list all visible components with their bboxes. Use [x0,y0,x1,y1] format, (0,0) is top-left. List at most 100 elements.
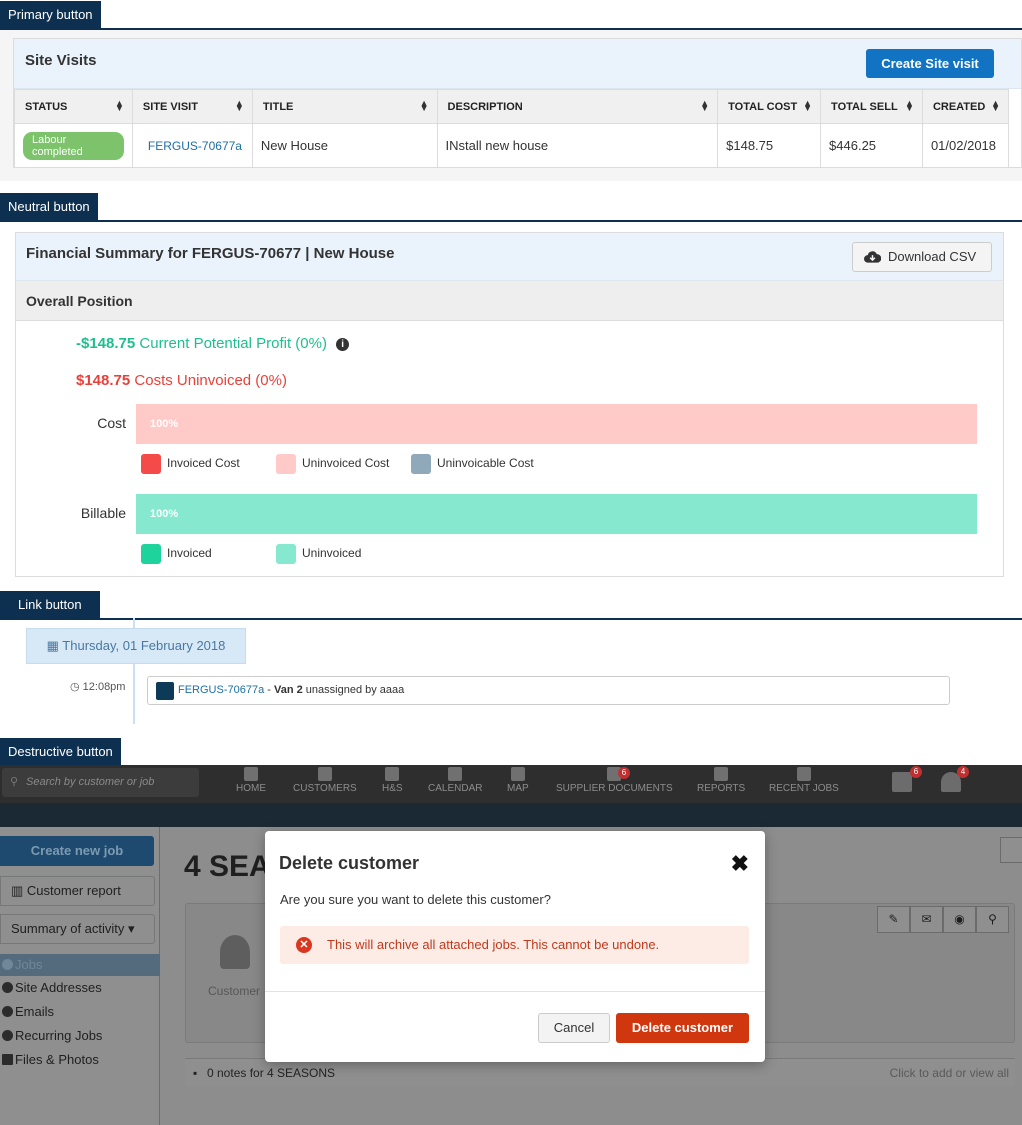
sidebar-item-jobs[interactable]: Jobs [0,954,160,976]
nav-map[interactable]: MAP [507,767,529,794]
nav-home[interactable]: HOME [236,767,266,794]
image-icon [2,1054,13,1065]
column-header-total-cost[interactable]: TOTAL COST ▲ ▼ [717,89,822,124]
delete-customer-button[interactable]: Delete customer [616,1013,749,1043]
event-text: unassigned by aaaa [302,684,405,696]
sidebar-item-site-addresses[interactable]: Site Addresses [0,977,160,999]
billable-bar-label: Billable [80,505,126,521]
settings-gear-button[interactable] [1000,837,1022,863]
customer-label: Customer [208,984,261,998]
nav-label: REPORTS [697,783,746,794]
notes-bar[interactable]: ▪ 0 notes for 4 SEASONS Click to add or … [185,1058,1015,1086]
status-badge: Labour completed [23,131,124,160]
uninvoiced-value: $148.75 [76,372,131,389]
create-new-job-button[interactable]: Create new job [0,836,154,866]
error-icon: ✕ [296,937,312,953]
financial-summary-header: Financial Summary for FERGUS-70677 | New… [16,233,1003,281]
nav-reports[interactable]: REPORTS [697,767,745,794]
summary-of-activity-dropdown[interactable]: Summary of activity ▾ [0,914,155,944]
download-csv-label: Download CSV [888,249,977,264]
notification-badge: 6 [618,767,630,779]
sidebar-item-recurring-jobs[interactable]: Recurring Jobs [0,1025,160,1047]
comments-button[interactable]: ◉ [943,906,976,933]
calendar-icon [448,767,463,781]
section-label-primary: Primary button [0,1,101,29]
legend-label: Invoiced Cost [167,456,240,471]
column-header-site-visit[interactable]: SITE VISIT ▲ ▼ [131,89,253,124]
calendar-icon: ▦ [46,638,63,653]
envelope-icon: ✉ [921,912,932,926]
modal-message: Are you sure you want to delete this cus… [280,892,551,907]
column-header-status[interactable]: STATUS ▲ ▼ [14,89,133,124]
column-header-description[interactable]: DESCRIPTION ▲ ▼ [436,89,719,124]
cancel-button[interactable]: Cancel [538,1013,610,1043]
sidebar-item-emails[interactable]: Emails [0,1001,160,1023]
legend-uninvoiced-cost: Uninvoiced Cost [276,454,389,474]
search-input[interactable]: ⚲ Search by customer or job [2,768,199,797]
email-button[interactable]: ✉ [910,906,943,933]
customer-report-button[interactable]: ▥ Customer report [0,876,155,906]
column-header-title[interactable]: TITLE ▲ ▼ [251,89,438,124]
column-label: STATUS [25,100,68,113]
location-button[interactable]: ⚲ [976,906,1009,933]
nav-h-and-s[interactable]: H&S [382,767,403,794]
gear-icon [2,1006,13,1017]
legend-label: Uninvoicable Cost [437,456,534,471]
event-site-visit-link[interactable]: FERGUS-70677a [178,684,264,696]
tasks-badge: 6 [910,766,922,778]
sidebar-item-label: Jobs [15,957,43,972]
customer-report-label: Customer report [26,883,121,898]
column-label: TOTAL COST [728,100,798,113]
create-site-visit-button[interactable]: Create Site visit [866,49,994,78]
modal-title: Delete customer [279,853,420,873]
tasks-button[interactable]: 6 [892,766,922,794]
notes-link[interactable]: Click to add or view all [890,1059,1009,1087]
sidebar-item-label: Site Addresses [15,980,102,995]
section-divider [0,618,1022,620]
legend-invoiced: Invoiced [141,544,212,564]
nav-supplier-documents[interactable]: SUPPLIER DOCUMENTS 6 [556,767,673,794]
legend-swatch [276,544,296,564]
sort-icon: ▲ ▼ [700,98,710,113]
gear-icon [2,1030,13,1041]
left-sidebar [0,827,160,1125]
table-row[interactable]: Labour completed FERGUS-70677a New House… [14,123,1010,168]
sidebar-item-label: Files & Photos [15,1052,99,1067]
sidebar-item-files-photos[interactable]: Files & Photos [0,1049,160,1071]
map-marker-icon: ⚲ [988,912,997,926]
legend-label: Invoiced [167,546,212,561]
column-label: CREATED [932,100,986,113]
sort-icon: ▲ ▼ [419,98,429,113]
legend-uninvoicable-cost: Uninvoicable Cost [411,454,534,474]
status-cell: Labour completed [14,123,133,168]
comments-icon: ◉ [954,912,965,926]
nav-label: H&S [382,783,403,794]
column-header-created[interactable]: CREATED ▲ ▼ [921,89,1010,124]
nav-calendar[interactable]: CALENDAR [428,767,482,794]
column-header-total-sell[interactable]: TOTAL SELL ▲ ▼ [820,89,923,124]
download-csv-button[interactable]: Download CSV [852,242,992,272]
info-icon[interactable]: i [336,338,350,351]
bar-chart-icon [714,767,729,781]
potential-profit-line: -$148.75 Current Potential Profit (0%) i [76,335,350,352]
section-label-neutral: Neutral button [0,193,98,221]
nav-label: MAP [507,783,529,794]
site-visits-title: Site Visits [25,52,97,69]
search-icon: ⚲ [10,776,19,788]
profit-value: -$148.75 [76,335,136,352]
site-visit-link[interactable]: FERGUS-70677a [148,139,242,153]
customer-title: 4 SEA [184,850,271,883]
table-header-row: STATUS ▲ ▼ SITE VISIT ▲ ▼ TITLE ▲ ▼ DESCRIPTIO… [14,89,1010,124]
sub-navigation [0,803,1022,827]
alerts-button[interactable]: 4 [941,766,969,794]
close-icon[interactable]: ✖ [731,851,749,877]
cloud-download-icon [864,251,881,263]
warning-alert: ✕ This will archive all attached jobs. T… [280,926,749,964]
costs-uninvoiced-line: $148.75 Costs Uninvoiced (0%) [76,372,287,389]
edit-pencil-button[interactable]: ✎ [877,906,910,933]
nav-customers[interactable]: CUSTOMERS [293,767,357,794]
sidebar-item-label: Emails [15,1004,55,1019]
nav-recent-jobs[interactable]: RECENT JOBS [769,767,839,794]
nav-label: CUSTOMERS [293,783,357,794]
legend-label: Uninvoiced Cost [302,456,390,471]
